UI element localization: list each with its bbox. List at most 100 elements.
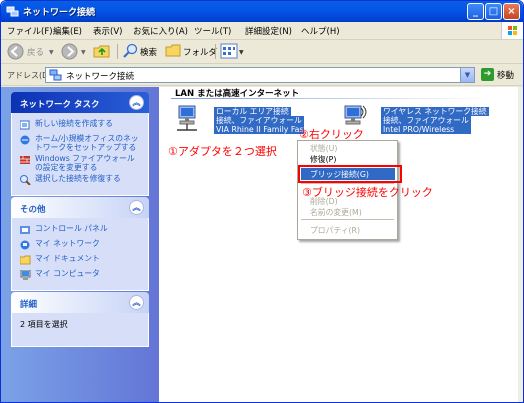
back-dropdown-icon[interactable]: ▼ [49, 49, 54, 56]
forward-arrow-icon [61, 43, 78, 60]
task-pane: ネットワーク タスク ︽ 新しい接続を作成する ホーム/小規模オフィスのネットワ… [1, 87, 159, 402]
search-icon [123, 43, 138, 58]
task-label: 選択した接続を修復する [35, 174, 121, 183]
network-connections-small-icon [49, 69, 62, 81]
go-label: 移動 [497, 71, 515, 81]
details-panel: 詳細 ︽ 2 項目を選択 [11, 292, 149, 347]
address-dropdown-icon[interactable]: ▼ [460, 68, 474, 82]
my-network-icon [20, 240, 30, 250]
bridge-highlight-box [298, 165, 402, 183]
menu-file[interactable]: ファイル(F) [7, 25, 53, 37]
context-item-rename[interactable]: 名前の変更(M) [310, 207, 362, 218]
annotation-step-1: ①アダプタを２つ選択 [168, 145, 277, 158]
link-my-documents[interactable]: マイ ドキュメント [20, 254, 142, 267]
menu-favorites[interactable]: お気に入り(A) [133, 25, 188, 37]
up-folder-button[interactable] [93, 43, 113, 61]
network-tasks-header[interactable]: ネットワーク タスク ︽ [11, 92, 149, 113]
connection-name: ローカル エリア接続 [214, 107, 291, 116]
minimize-button[interactable]: _ [467, 3, 484, 20]
network-tasks-title: ネットワーク タスク [20, 100, 100, 110]
details-text: 2 項目を選択 [20, 320, 68, 329]
context-separator [301, 219, 394, 220]
address-value: ネットワーク接続 [66, 72, 135, 82]
link-label: コントロール パネル [35, 224, 108, 233]
back-label: 戻る [27, 48, 45, 58]
close-button[interactable]: × [503, 3, 520, 20]
lan-connection-icon [177, 105, 197, 131]
folder-up-icon [93, 45, 110, 58]
windows-logo-icon [501, 22, 523, 39]
connection-status: 接続、ファイアウォール [214, 116, 304, 125]
other-places-panel: その他 ︽ コントロール パネル マイ ネットワーク マイ ドキュメント マイ … [11, 197, 149, 291]
menu-view[interactable]: 表示(V) [93, 25, 122, 37]
group-divider [171, 98, 491, 99]
other-places-title: その他 [20, 205, 46, 215]
maximize-button[interactable]: □ [485, 3, 502, 20]
toolbar: 戻る ▼ ▼ 検索 フォルダ ▼ [1, 40, 523, 64]
views-icon [220, 43, 238, 59]
details-header[interactable]: 詳細 ︽ [11, 292, 149, 313]
link-label: マイ ネットワーク [35, 239, 100, 248]
annotation-step-3: ③ブリッジ接続をクリック [302, 186, 433, 199]
connection-device: Intel PRO/Wireless [381, 125, 471, 134]
title-bar[interactable]: ネットワーク接続 _ □ × [1, 1, 523, 22]
my-computer-icon [20, 270, 31, 280]
collapse-icon[interactable]: ︽ [129, 95, 144, 110]
task-label: Windows ファイアウォールの設定を変更する [35, 154, 135, 172]
network-tasks-panel: ネットワーク タスク ︽ 新しい接続を作成する ホーム/小規模オフィスのネットワ… [11, 92, 149, 196]
window-title: ネットワーク接続 [23, 8, 96, 18]
repair-icon [20, 175, 31, 185]
link-control-panel[interactable]: コントロール パネル [20, 224, 142, 237]
network-tasks-body: 新しい接続を作成する ホーム/小規模オフィスのネットワークをセットアップする W… [11, 113, 149, 196]
context-item-properties[interactable]: プロパティ(R) [310, 225, 360, 236]
link-my-network[interactable]: マイ ネットワーク [20, 239, 142, 252]
task-home-network[interactable]: ホーム/小規模オフィスのネットワークをセットアップする [20, 134, 142, 152]
network-connections-icon [6, 6, 19, 17]
toolbar-separator [117, 44, 118, 59]
collapse-icon[interactable]: ︽ [129, 295, 144, 310]
control-panel-icon [20, 226, 30, 234]
task-repair[interactable]: 選択した接続を修復する [20, 174, 142, 187]
context-item-status[interactable]: 状態(U) [310, 143, 337, 154]
my-documents-icon [20, 255, 31, 265]
context-item-repair[interactable]: 修復(P) [310, 154, 336, 165]
search-button[interactable]: 検索 [122, 43, 162, 61]
address-bar: アドレス(D) ネットワーク接続 ▼ ➔ 移動 [1, 64, 523, 86]
folders-label: フォルダ [183, 48, 218, 58]
forward-dropdown-icon[interactable]: ▼ [81, 49, 86, 56]
other-places-header[interactable]: その他 ︽ [11, 197, 149, 218]
menu-bar: ファイル(F) 編集(E) 表示(V) お気に入り(A) ツール(T) 詳細設定… [1, 22, 523, 40]
explorer-window: ネットワーク接続 _ □ × ファイル(F) 編集(E) 表示(V) お気に入り… [0, 0, 524, 403]
folders-icon [165, 44, 181, 57]
task-label: ホーム/小規模オフィスのネットワークをセットアップする [35, 134, 139, 152]
firewall-icon [20, 156, 30, 164]
task-label: 新しい接続を作成する [35, 119, 113, 128]
toolbar-separator [215, 44, 216, 59]
go-arrow-icon: ➔ [481, 68, 494, 81]
go-button[interactable]: ➔ 移動 [481, 68, 521, 82]
link-label: マイ コンピュータ [35, 269, 100, 278]
address-field[interactable]: ネットワーク接続 ▼ [45, 67, 475, 83]
menu-edit[interactable]: 編集(E) [53, 25, 82, 37]
search-label: 検索 [140, 48, 158, 58]
task-firewall[interactable]: Windows ファイアウォールの設定を変更する [20, 154, 142, 172]
connection-device: VIA Rhine II Family Fast [214, 125, 304, 134]
home-network-icon [20, 135, 30, 145]
link-label: マイ ドキュメント [35, 254, 100, 263]
views-dropdown-icon: ▼ [239, 49, 244, 56]
new-connection-icon [20, 120, 30, 130]
views-button[interactable]: ▼ [220, 43, 246, 61]
vertical-scrollbar[interactable] [518, 87, 523, 402]
link-my-computer[interactable]: マイ コンピュータ [20, 269, 142, 282]
details-title: 詳細 [20, 300, 38, 310]
menu-advanced[interactable]: 詳細設定(N) [245, 25, 292, 37]
menu-tools[interactable]: ツール(T) [194, 25, 231, 37]
folders-button[interactable]: フォルダ [165, 43, 218, 61]
task-create-connection[interactable]: 新しい接続を作成する [20, 119, 142, 132]
connection-status: 接続、ファイアウォール [381, 116, 471, 125]
forward-button[interactable] [61, 43, 83, 61]
back-arrow-icon [7, 43, 24, 60]
connection-name: ワイヤレス ネットワーク接続 [381, 107, 489, 116]
menu-help[interactable]: ヘルプ(H) [301, 25, 340, 37]
collapse-icon[interactable]: ︽ [129, 200, 144, 215]
